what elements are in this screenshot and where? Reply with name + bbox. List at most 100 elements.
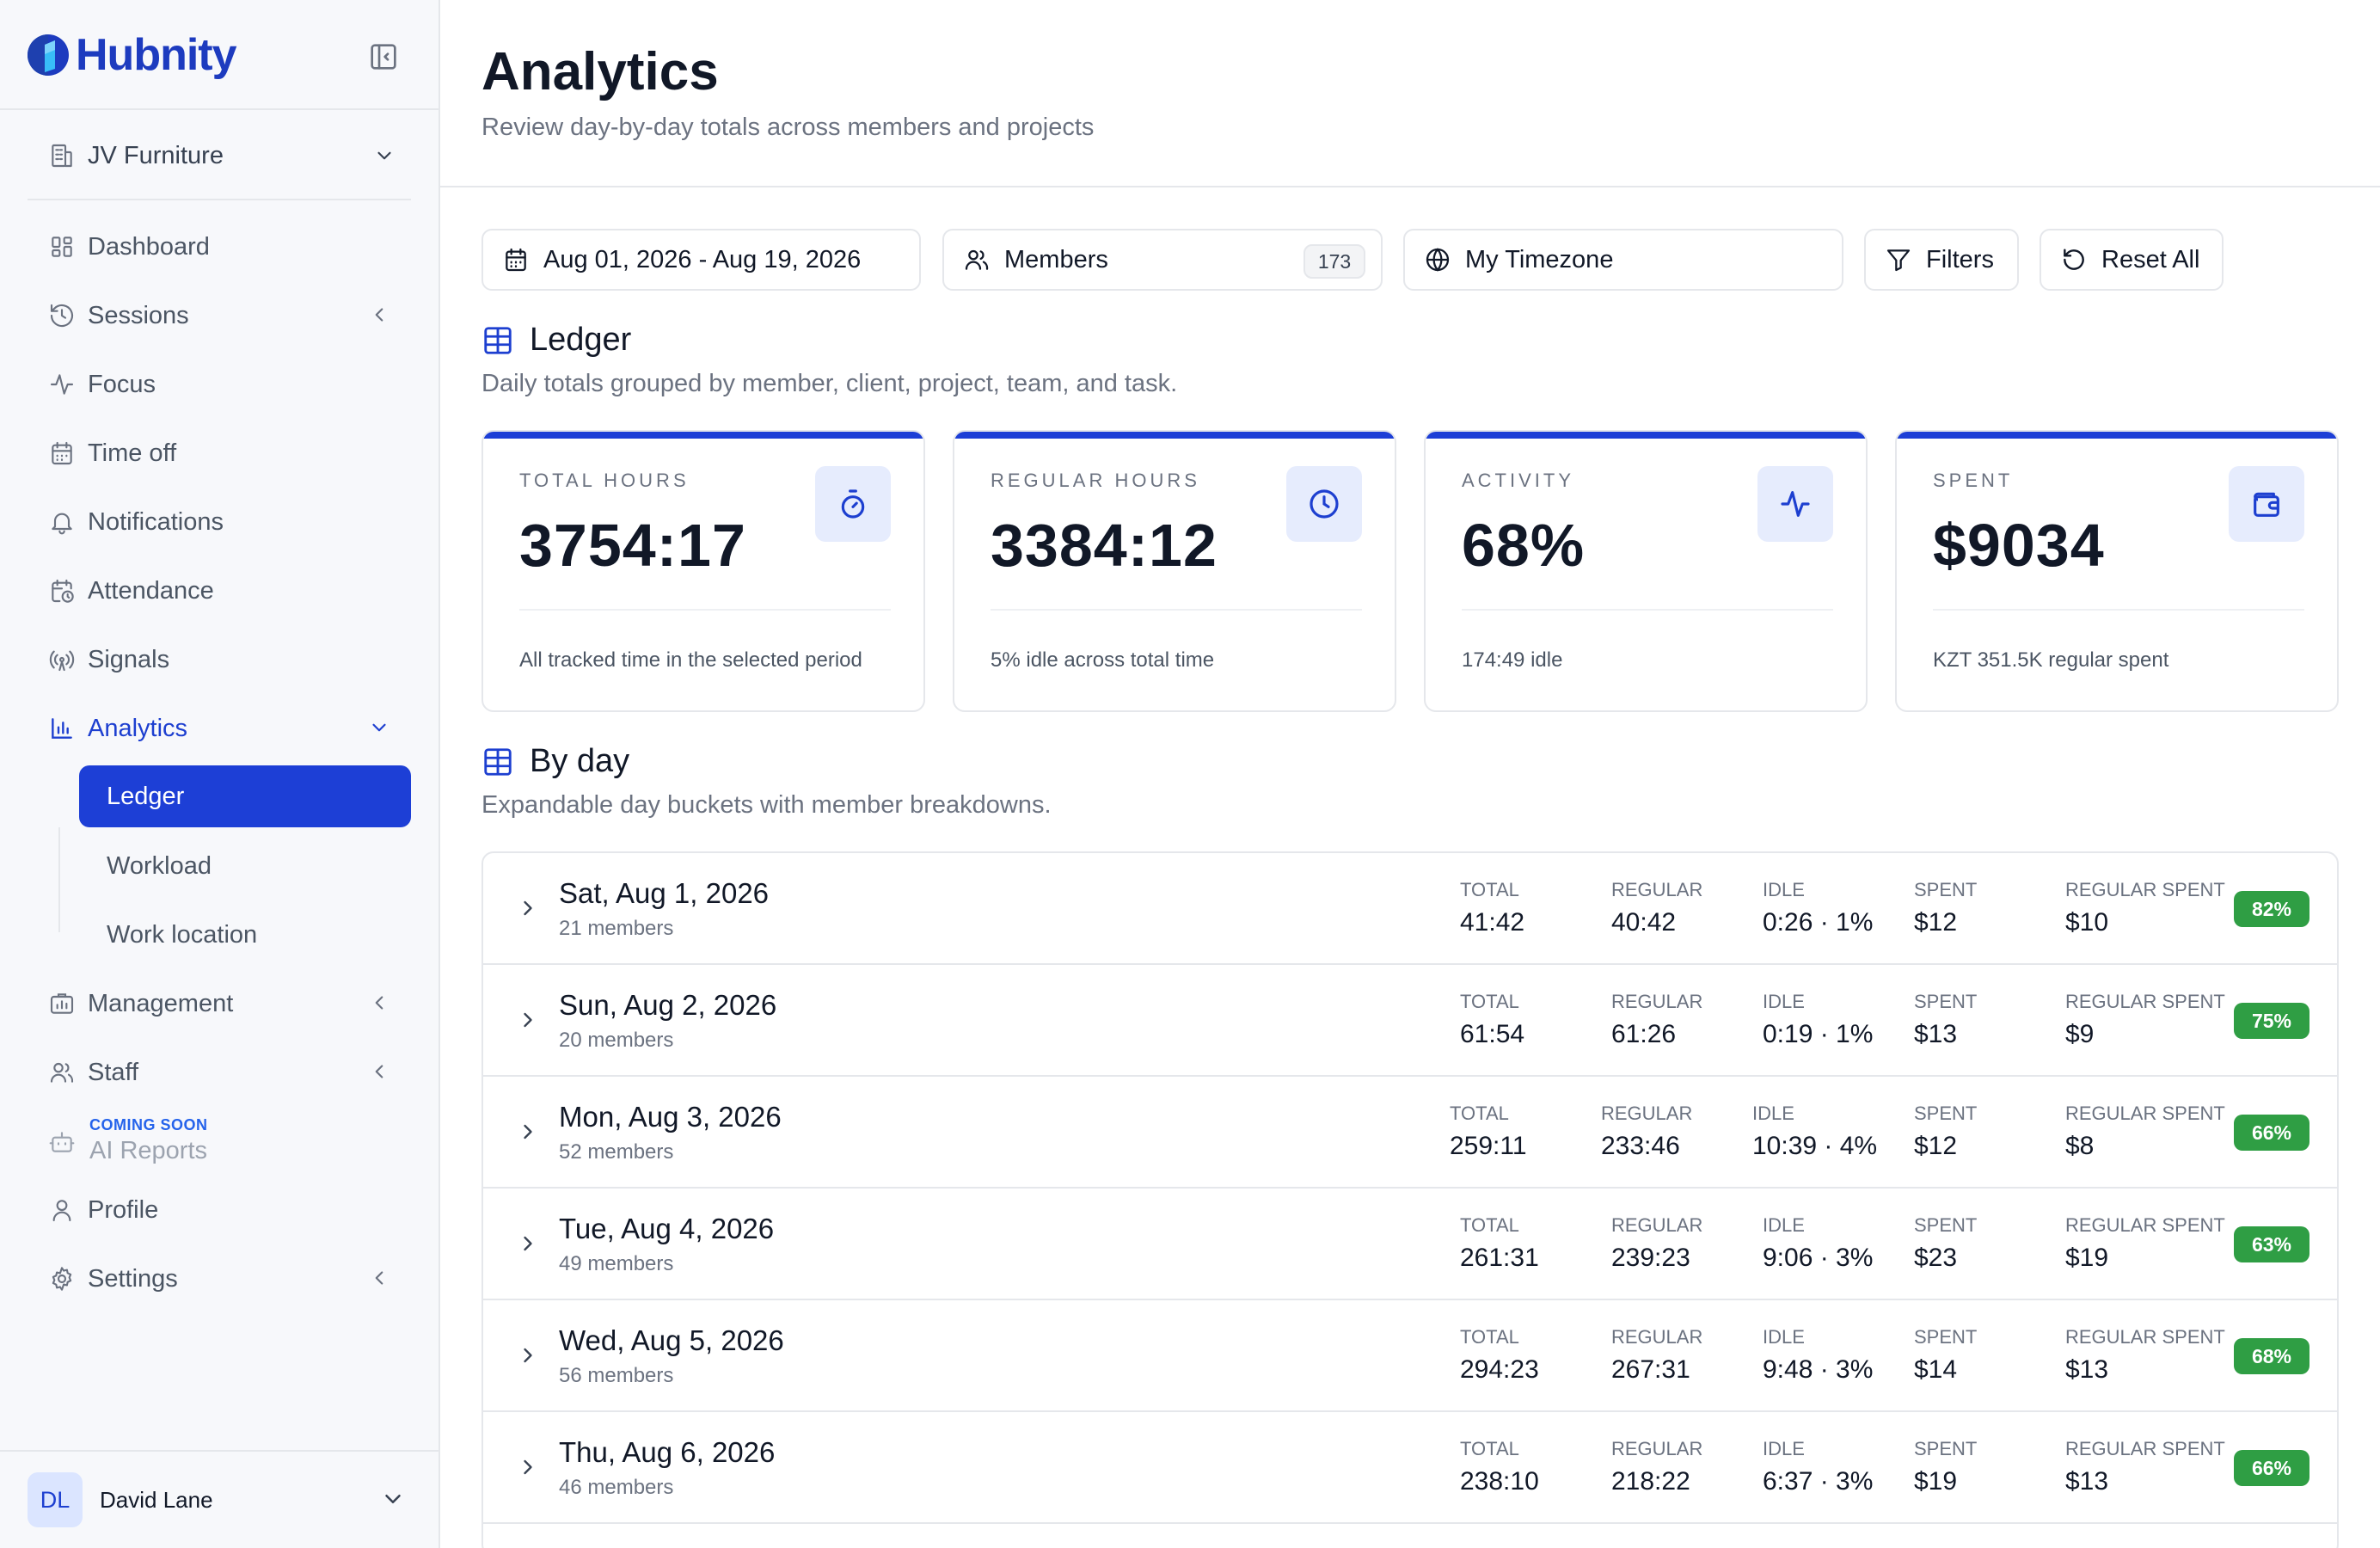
ledger-title: Ledger [530, 322, 632, 358]
dashboard-icon [48, 233, 76, 261]
stat-label: SPENT [1933, 470, 2014, 491]
chevron-down-icon [380, 1486, 406, 1512]
workspace-selector[interactable]: JV Furniture [48, 138, 401, 174]
reset-all-button[interactable]: Reset All [2040, 229, 2224, 291]
metric-value: $13 [2065, 1467, 2109, 1496]
metric-value: 41:42 [1460, 908, 1525, 937]
sidebar-item-management[interactable]: Management [48, 985, 401, 1023]
stat-value: 3384:12 [991, 512, 1218, 579]
page-title: Analytics [482, 42, 719, 101]
sidebar-subitem-ledger[interactable]: Ledger [79, 765, 411, 827]
filters-button[interactable]: Filters [1864, 229, 2019, 291]
ledger-description: Daily totals grouped by member, client, … [482, 370, 1178, 397]
chevron-left-icon [368, 1267, 390, 1289]
brand-logo[interactable]: Hubnity [26, 29, 237, 81]
day-row[interactable]: Thu, Aug 6, 2026 46 members TOTAL 238:10 … [483, 1412, 2337, 1524]
sidebar-item-staff[interactable]: Staff [48, 1054, 401, 1091]
metric-label: REGULAR [1611, 991, 1703, 1012]
coming-soon-badge: COMING SOON [89, 1116, 208, 1133]
metric-label: REGULAR [1611, 879, 1703, 900]
sidebar-item-sessions[interactable]: Sessions [48, 297, 401, 335]
card-accent-bar [1426, 432, 1866, 439]
metric-value: 267:31 [1611, 1355, 1690, 1384]
day-members: 52 members [559, 1140, 674, 1164]
members-count-badge: 173 [1303, 244, 1365, 279]
day-row[interactable]: Sun, Aug 2, 2026 20 members TOTAL 61:54 R… [483, 965, 2337, 1077]
metric-value: 0:19 · 1% [1763, 1020, 1874, 1048]
sidebar-collapse-icon[interactable] [366, 40, 401, 74]
metric-label: SPENT [1914, 1214, 1978, 1236]
sidebar-subitem-work-location[interactable]: Work location [79, 904, 411, 966]
date-range-value: Aug 01, 2026 - Aug 19, 2026 [543, 245, 862, 273]
sidebar-item-time-off[interactable]: Time off [48, 434, 401, 472]
sidebar-item-analytics[interactable]: Analytics [48, 710, 401, 747]
header-divider [440, 186, 2380, 187]
day-members: 56 members [559, 1364, 674, 1387]
day-row[interactable]: Sat, Aug 1, 2026 21 members TOTAL 41:42 R… [483, 853, 2337, 965]
day-row[interactable]: Mon, Aug 3, 2026 52 members TOTAL 259:11 … [483, 1077, 2337, 1189]
members-selector[interactable]: Members 173 [942, 229, 1383, 291]
workspace-divider [28, 199, 411, 200]
day-row[interactable]: Tue, Aug 4, 2026 49 members TOTAL 261:31 … [483, 1189, 2337, 1300]
sidebar-item-attendance[interactable]: Attendance [48, 572, 401, 610]
metric-idle: IDLE 0:26 · 1% [1763, 879, 1873, 937]
stat-card-spent: SPENT $9034 KZT 351.5K regular spent [1895, 430, 2339, 712]
stat-note: 174:49 idle [1462, 648, 1563, 672]
wallet-icon [2229, 466, 2304, 542]
metric-value: $14 [1914, 1355, 1958, 1384]
metric-value: $23 [1914, 1244, 1958, 1272]
sidebar-item-profile[interactable]: Profile [48, 1191, 401, 1229]
chevron-down-icon [368, 716, 390, 739]
metric-regular: REGULAR 239:23 [1611, 1214, 1702, 1273]
sidebar-item-label: Settings [88, 1264, 178, 1293]
metric-value: 261:31 [1460, 1244, 1539, 1272]
day-row[interactable]: Wed, Aug 5, 2026 56 members TOTAL 294:23 … [483, 1300, 2337, 1412]
metric-label: TOTAL [1460, 1326, 1519, 1348]
metric-label: TOTAL [1460, 991, 1519, 1012]
metric-label: IDLE [1763, 1214, 1805, 1236]
metric-value: 0:26 · 1% [1763, 908, 1874, 937]
stat-divider [1933, 609, 2304, 611]
timezone-selector[interactable]: My Timezone [1403, 229, 1843, 291]
sidebar-item-signals[interactable]: Signals [48, 641, 401, 679]
metric-value: 294:23 [1460, 1355, 1539, 1384]
sidebar-item-notifications[interactable]: Notifications [48, 503, 401, 541]
activity-badge: 68% [2234, 1338, 2309, 1374]
date-range-picker[interactable]: Aug 01, 2026 - Aug 19, 2026 [482, 229, 921, 291]
sidebar-item-dashboard[interactable]: Dashboard [48, 228, 401, 266]
sidebar-item-label: Attendance [88, 576, 214, 605]
metric-total: TOTAL 261:31 [1460, 1214, 1539, 1273]
metric-value: 61:54 [1460, 1020, 1525, 1048]
stat-divider [519, 609, 891, 611]
bar-chart-icon [48, 715, 76, 742]
metric-idle: IDLE 9:48 · 3% [1763, 1326, 1873, 1385]
metric-regular: REGULAR 218:22 [1611, 1438, 1702, 1496]
user-menu[interactable]: DL David Lane [28, 1472, 411, 1527]
chevron-right-icon[interactable] [516, 1008, 540, 1032]
filter-icon [1885, 246, 1912, 273]
metric-value: $9 [2065, 1020, 2095, 1048]
activity-icon [48, 371, 76, 398]
sidebar-item-settings[interactable]: Settings [48, 1260, 401, 1298]
stat-value: 68% [1462, 512, 1586, 579]
metric-value: 259:11 [1450, 1132, 1527, 1160]
metric-value: $12 [1914, 908, 1958, 937]
chevron-right-icon[interactable] [516, 1455, 540, 1479]
metric-idle: IDLE 9:06 · 3% [1763, 1214, 1873, 1273]
metric-idle: IDLE 0:19 · 1% [1763, 991, 1873, 1049]
day-date: Wed, Aug 5, 2026 [559, 1324, 784, 1356]
users-icon [48, 1059, 76, 1086]
sidebar-item-focus[interactable]: Focus [48, 366, 401, 403]
metric-label: IDLE [1763, 879, 1805, 900]
chevron-right-icon[interactable] [516, 1343, 540, 1367]
gear-icon [48, 1265, 76, 1293]
chevron-right-icon[interactable] [516, 1120, 540, 1144]
activity-badge: 66% [2234, 1450, 2309, 1486]
sidebar-subitem-workload[interactable]: Workload [79, 835, 411, 897]
chevron-right-icon[interactable] [516, 896, 540, 920]
metric-value: 233:46 [1601, 1132, 1680, 1160]
chevron-right-icon[interactable] [516, 1232, 540, 1256]
stat-card-activity: ACTIVITY 68% 174:49 idle [1424, 430, 1868, 712]
metric-regular-spent: REGULAR SPENT $10 [2065, 879, 2225, 937]
metric-total: TOTAL 259:11 [1450, 1103, 1527, 1161]
